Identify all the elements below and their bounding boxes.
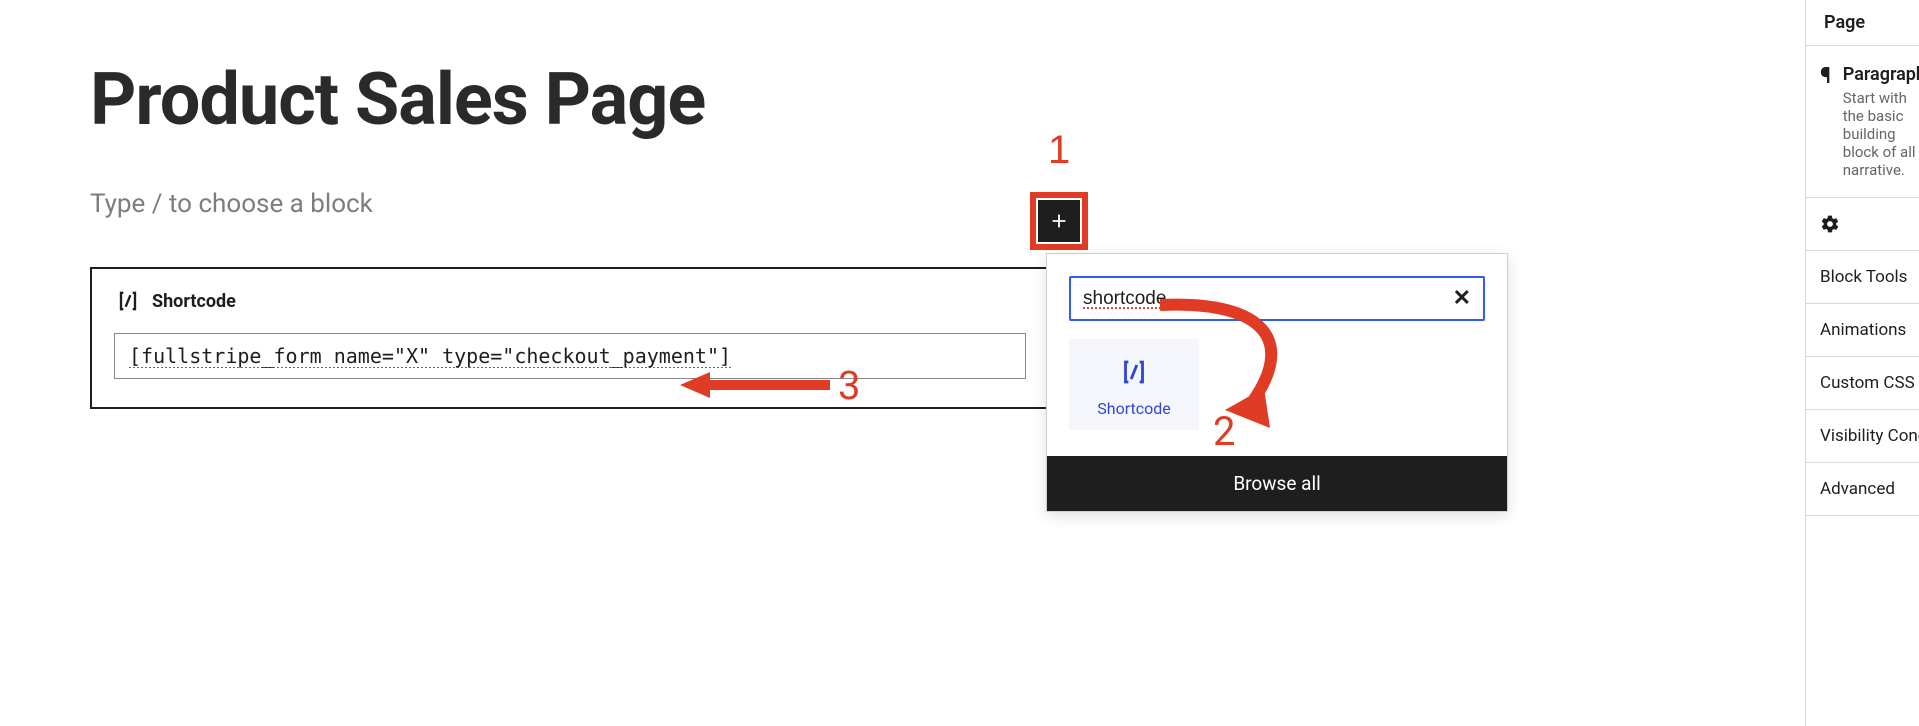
sidebar-block-name: Paragraph (1843, 64, 1919, 85)
tab-page[interactable]: Page (1824, 0, 1865, 46)
gear-icon (1820, 214, 1840, 234)
sidebar-section-animations[interactable]: Animations (1806, 304, 1919, 357)
empty-paragraph-placeholder[interactable]: Type / to choose a block (90, 189, 1090, 219)
page-title[interactable]: Product Sales Page (90, 60, 1090, 139)
settings-sidebar: Page ¶ Paragraph Start with the basic bu… (1805, 0, 1919, 726)
annotation-arrow-3 (680, 370, 830, 400)
sidebar-block-info: ¶ Paragraph Start with the basic buildin… (1806, 46, 1919, 198)
sidebar-section-block-tools[interactable]: Block Tools (1806, 251, 1919, 304)
annotation-arrow-2 (1140, 290, 1300, 440)
shortcode-input-wrap[interactable] (114, 333, 1026, 379)
shortcode-icon (114, 287, 142, 315)
shortcode-block-header: Shortcode (114, 287, 1026, 315)
sidebar-block-desc: Start with the basic building block of a… (1843, 89, 1919, 179)
shortcode-input[interactable] (129, 344, 749, 368)
paragraph-icon: ¶ (1820, 64, 1831, 179)
editor-canvas: Product Sales Page Type / to choose a bl… (90, 60, 1090, 409)
shortcode-block[interactable]: Shortcode (90, 267, 1050, 409)
sidebar-section-custom-css[interactable]: Custom CSS (1806, 357, 1919, 410)
shortcode-block-label: Shortcode (152, 291, 236, 312)
sidebar-section-settings-icon[interactable] (1806, 198, 1919, 251)
plus-icon (1048, 210, 1070, 232)
sidebar-tabs: Page (1806, 0, 1919, 46)
clear-search-button[interactable]: ✕ (1453, 286, 1471, 311)
add-block-button[interactable] (1038, 200, 1080, 242)
annotation-number-3: 3 (838, 362, 860, 409)
sidebar-section-visibility[interactable]: Visibility Conditions (1806, 410, 1919, 463)
annotation-number-1: 1 (1048, 128, 1070, 173)
sidebar-section-advanced[interactable]: Advanced (1806, 463, 1919, 516)
browse-all-button[interactable]: Browse all (1047, 456, 1507, 511)
